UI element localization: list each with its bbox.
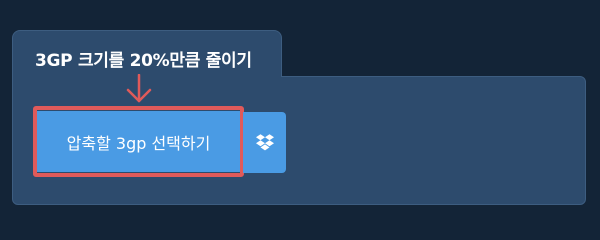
select-3gp-button[interactable]: 압축할 3gp 선택하기 (37, 111, 240, 172)
select-3gp-label: 압축할 3gp 선택하기 (66, 133, 211, 153)
dropbox-icon (255, 134, 274, 151)
arrow-down-icon (126, 74, 152, 103)
dropbox-button[interactable] (243, 112, 286, 173)
page-title: 3GP 크기를 20%만큼 줄이기 (35, 51, 252, 71)
